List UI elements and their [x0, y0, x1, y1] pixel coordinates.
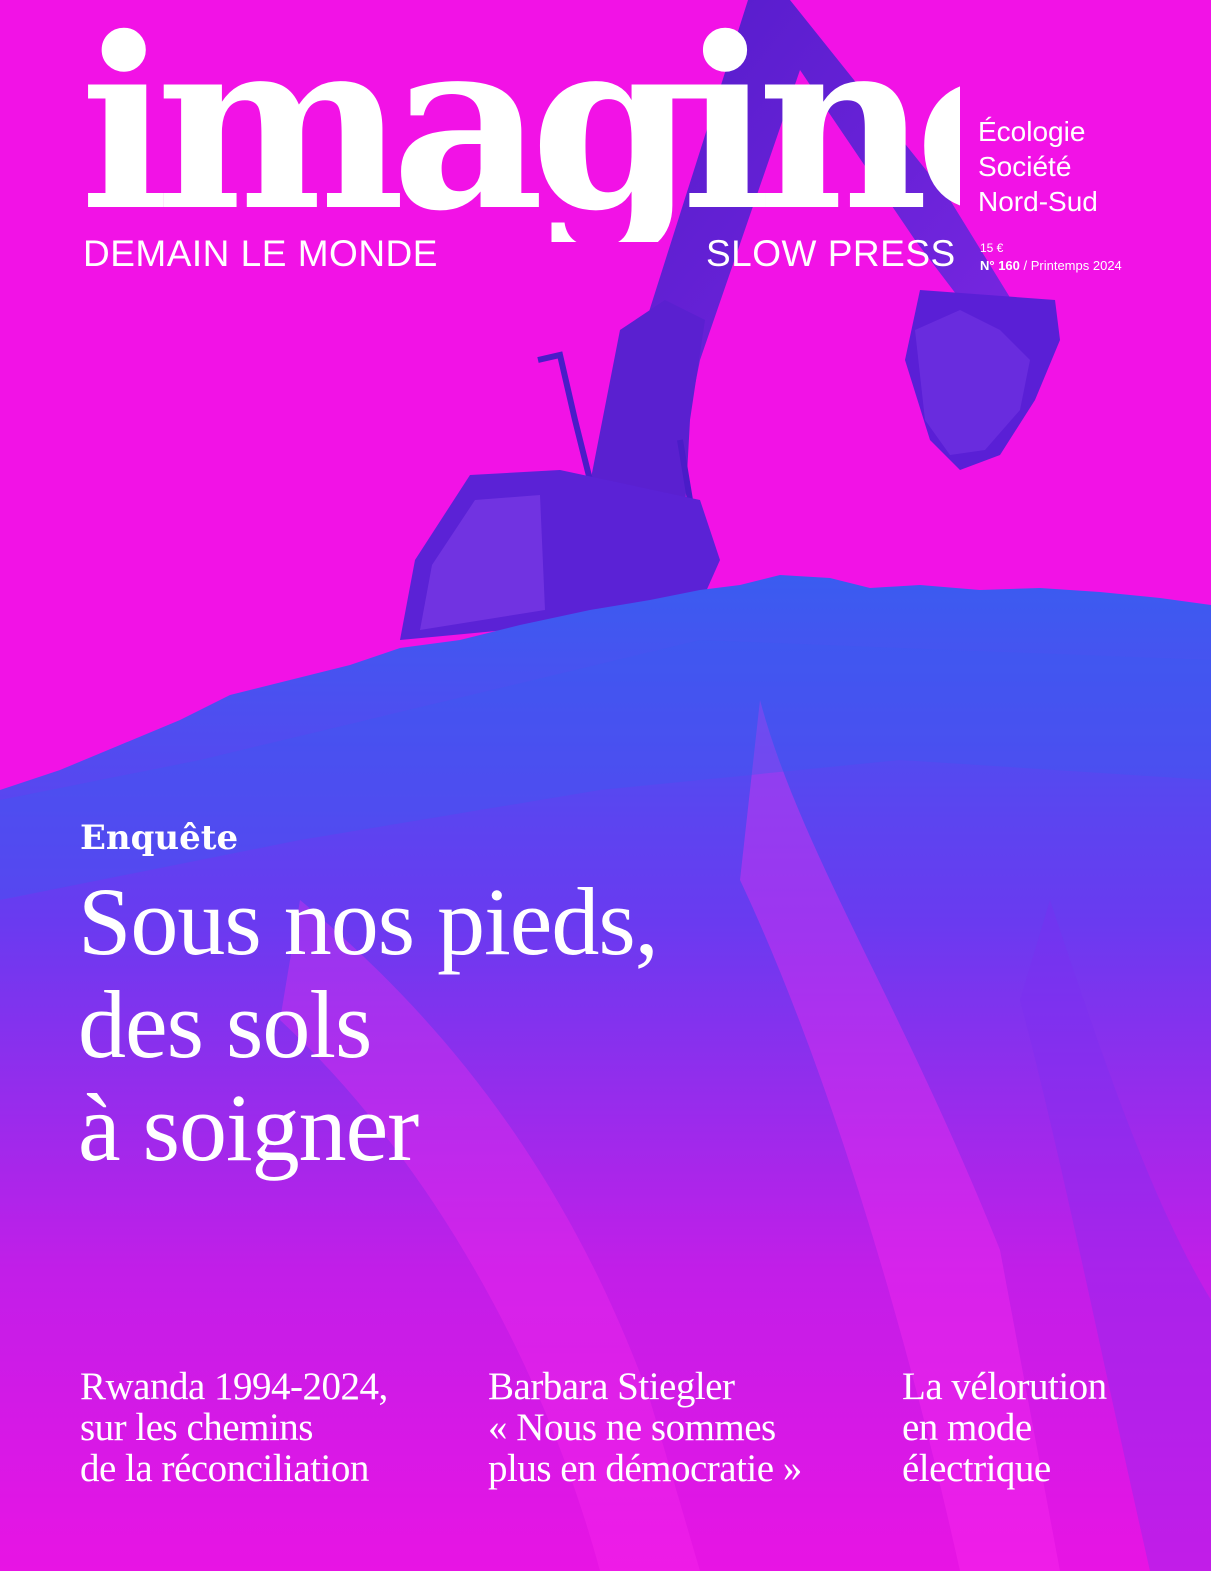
teaser-line: de la réconciliation [80, 1447, 369, 1490]
topic-ecology: Écologie [978, 116, 1086, 147]
headline-line: des sols [78, 971, 372, 1078]
teaser-line: La vélorution [902, 1365, 1107, 1408]
masthead-tagline-left: DEMAIN LE MONDE [83, 233, 438, 274]
teaser-line: Barbara Stiegler [488, 1365, 735, 1408]
headline-line: Sous nos pieds, [78, 868, 659, 975]
teaser-line: électrique [902, 1447, 1051, 1490]
topic-north-south: Nord-Sud [978, 186, 1098, 217]
masthead-tagline-right: SLOW PRESS [706, 233, 956, 274]
teaser-line: Rwanda 1994-2024, [80, 1365, 388, 1408]
teaser-line: plus en démocratie » [488, 1447, 802, 1490]
topic-list: Écologie Société Nord-Sud [978, 114, 1098, 219]
teaser-velorution: La vélorution en mode électrique [902, 1366, 1107, 1489]
feature-headline: Sous nos pieds, des sols à soigner [78, 868, 659, 1181]
issue-info: N° 160 / Printemps 2024 [980, 258, 1122, 274]
teaser-stiegler: Barbara Stiegler « Nous ne sommes plus e… [488, 1366, 802, 1489]
teaser-line: sur les chemins [80, 1406, 313, 1449]
issue-number: N° 160 [980, 258, 1020, 273]
issue-season: / Printemps 2024 [1019, 258, 1122, 273]
teaser-line: en mode [902, 1406, 1032, 1449]
topic-society: Société [978, 151, 1072, 182]
headline-line: à soigner [78, 1074, 419, 1181]
teaser-line: « Nous ne sommes [488, 1406, 776, 1449]
feature-kicker: Enquête [80, 818, 239, 858]
magazine-cover: imagine DEMAIN LE MONDE SLOW PRESS Écolo… [0, 0, 1211, 1571]
price-label: 15 € [980, 241, 1004, 255]
teaser-rwanda: Rwanda 1994-2024, sur les chemins de la … [80, 1366, 388, 1489]
masthead-title: imagine [80, 6, 960, 242]
